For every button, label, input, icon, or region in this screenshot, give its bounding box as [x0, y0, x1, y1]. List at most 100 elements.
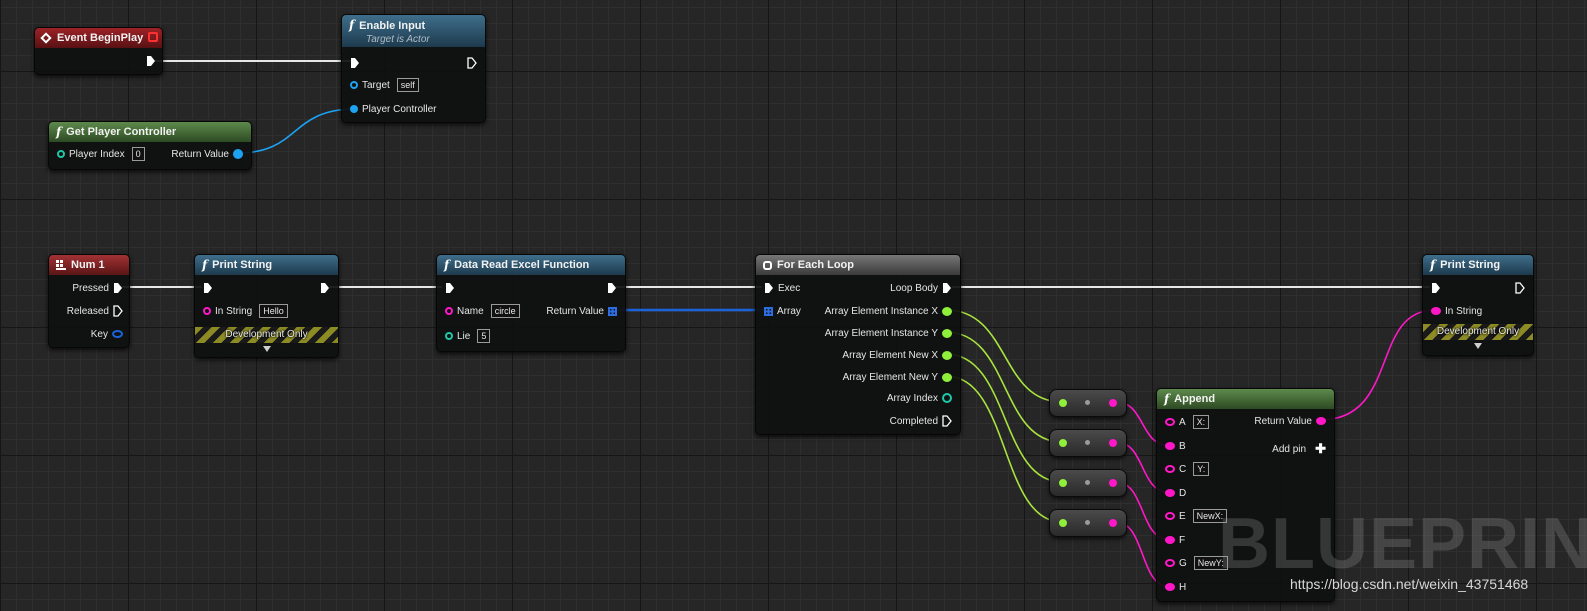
return-value-pin[interactable]: Return Value [167, 146, 243, 162]
name-value[interactable]: circle [490, 304, 520, 318]
string-pin-icon[interactable] [1165, 583, 1175, 591]
node-header[interactable]: Event BeginPlay [35, 28, 162, 48]
print-string-node-1[interactable]: f Print String In String Hello Developme… [194, 254, 339, 358]
for-each-loop-node[interactable]: For Each Loop Exec Loop Body Array Array… [755, 254, 961, 435]
data-read-excel-node[interactable]: f Data Read Excel Function Name circle R… [436, 254, 626, 352]
object-pin-icon[interactable] [350, 81, 358, 89]
exec-pin-icon[interactable] [607, 282, 617, 294]
node-header[interactable]: f Print String [195, 255, 338, 275]
plus-icon[interactable]: ✚ [1315, 441, 1326, 457]
element-new-y-pin[interactable]: Array Element New Y [839, 369, 952, 385]
string-pin-icon[interactable] [1165, 465, 1175, 473]
exec-pin-icon[interactable] [942, 282, 952, 294]
string-pin-icon[interactable] [1165, 442, 1175, 450]
to-string-conversion-node[interactable] [1049, 509, 1127, 537]
float-pin-icon[interactable] [942, 306, 952, 316]
in-string-pin[interactable]: In String Hello [203, 303, 288, 319]
exec-in-pin[interactable] [350, 55, 360, 71]
exec-pin-icon[interactable] [942, 415, 952, 427]
lie-pin[interactable]: Lie 5 [445, 328, 491, 344]
string-pin-icon[interactable] [1431, 307, 1441, 315]
exec-pin-icon[interactable] [203, 282, 213, 294]
string-pin-icon[interactable] [1109, 399, 1117, 407]
pin-value[interactable]: Y: [1193, 462, 1210, 476]
exec-pin-icon[interactable] [1431, 282, 1441, 294]
string-pin-icon[interactable] [1165, 418, 1175, 426]
node-header[interactable]: For Each Loop [756, 255, 960, 275]
exec-pin-icon[interactable] [146, 55, 156, 67]
to-string-conversion-node[interactable] [1049, 429, 1127, 457]
in-string-pin[interactable]: In String [1431, 303, 1486, 319]
struct-pin-icon[interactable] [112, 330, 123, 338]
exec-pin-icon[interactable] [1515, 282, 1525, 294]
string-pin-icon[interactable] [445, 307, 453, 315]
target-value[interactable]: self [396, 78, 419, 92]
target-pin[interactable]: Target self [350, 77, 419, 93]
array-pin[interactable]: Array [764, 303, 805, 319]
array-pin-icon[interactable] [764, 306, 773, 316]
exec-pin-icon[interactable] [113, 282, 123, 294]
lie-value[interactable]: 5 [477, 329, 491, 343]
float-pin-icon[interactable] [1059, 439, 1067, 447]
exec-in-pin[interactable] [203, 280, 213, 296]
float-pin-icon[interactable] [1059, 519, 1067, 527]
exec-in-pin[interactable] [445, 280, 455, 296]
enable-input-node[interactable]: f Enable Input Target is Actor Target sel… [341, 14, 486, 123]
exec-out-pin[interactable] [146, 53, 156, 69]
exec-out-pin[interactable] [1515, 280, 1525, 296]
exec-pin-icon[interactable] [467, 57, 477, 69]
append-pin-a[interactable]: A X: [1165, 414, 1210, 430]
string-pin-icon[interactable] [1165, 536, 1175, 544]
exec-pin-icon[interactable] [320, 282, 330, 294]
string-pin-icon[interactable] [1165, 512, 1175, 520]
float-pin-icon[interactable] [1059, 479, 1067, 487]
string-pin-icon[interactable] [1165, 559, 1175, 567]
array-index-pin[interactable]: Array Index [883, 390, 952, 406]
element-instance-y-pin[interactable]: Array Element Instance Y [821, 325, 952, 341]
append-pin-d[interactable]: D [1165, 485, 1190, 501]
expand-arrow-icon[interactable] [262, 346, 271, 352]
in-string-value[interactable]: Hello [259, 304, 288, 318]
exec-out-pin[interactable] [467, 55, 477, 71]
exec-pin-icon[interactable] [445, 282, 455, 294]
object-pin-icon[interactable] [350, 105, 358, 113]
pressed-pin[interactable]: Pressed [68, 280, 123, 296]
exec-pin-icon[interactable] [764, 282, 774, 294]
to-string-conversion-node[interactable] [1049, 469, 1127, 497]
exec-pin-icon[interactable] [113, 305, 123, 317]
name-pin[interactable]: Name circle [445, 303, 520, 319]
exec-out-pin[interactable] [607, 280, 617, 296]
append-pin-b[interactable]: B [1165, 438, 1190, 454]
get-player-controller-node[interactable]: f Get Player Controller Player Index 0 R… [48, 121, 252, 170]
event-begin-play-node[interactable]: Event BeginPlay [34, 27, 163, 75]
player-index-value[interactable]: 0 [131, 147, 145, 161]
completed-pin[interactable]: Completed [886, 413, 952, 429]
exec-out-pin[interactable] [320, 280, 330, 296]
return-value-pin[interactable]: Return Value [542, 303, 617, 319]
element-new-x-pin[interactable]: Array Element New X [838, 347, 952, 363]
node-header[interactable]: f Data Read Excel Function [437, 255, 625, 275]
node-header[interactable]: f Get Player Controller [49, 122, 251, 142]
string-pin-icon[interactable] [1165, 489, 1175, 497]
node-header[interactable]: f Append [1157, 389, 1334, 409]
loop-body-pin[interactable]: Loop Body [886, 280, 952, 296]
to-string-conversion-node[interactable] [1049, 389, 1127, 417]
integer-pin-icon[interactable] [445, 332, 453, 340]
append-pin-h[interactable]: H [1165, 579, 1190, 595]
exec-pin-icon[interactable] [350, 57, 360, 69]
player-index-pin[interactable]: Player Index 0 [57, 146, 145, 162]
key-pin[interactable]: Key [87, 326, 123, 342]
released-pin[interactable]: Released [63, 303, 123, 319]
player-controller-pin[interactable]: Player Controller [350, 101, 440, 117]
string-pin-icon[interactable] [1316, 417, 1326, 425]
string-pin-icon[interactable] [1109, 479, 1117, 487]
append-pin-c[interactable]: C Y: [1165, 461, 1210, 477]
float-pin-icon[interactable] [942, 372, 952, 382]
num1-key-node[interactable]: Num 1 Pressed Released Key [48, 254, 130, 348]
node-header[interactable]: f Enable Input Target is Actor [342, 15, 485, 47]
pin-value[interactable]: X: [1192, 415, 1210, 429]
object-pin-icon[interactable] [233, 149, 243, 159]
node-header[interactable]: Num 1 [49, 255, 129, 275]
node-header[interactable]: f Print String [1423, 255, 1533, 275]
append-pin-f[interactable]: F [1165, 532, 1189, 548]
